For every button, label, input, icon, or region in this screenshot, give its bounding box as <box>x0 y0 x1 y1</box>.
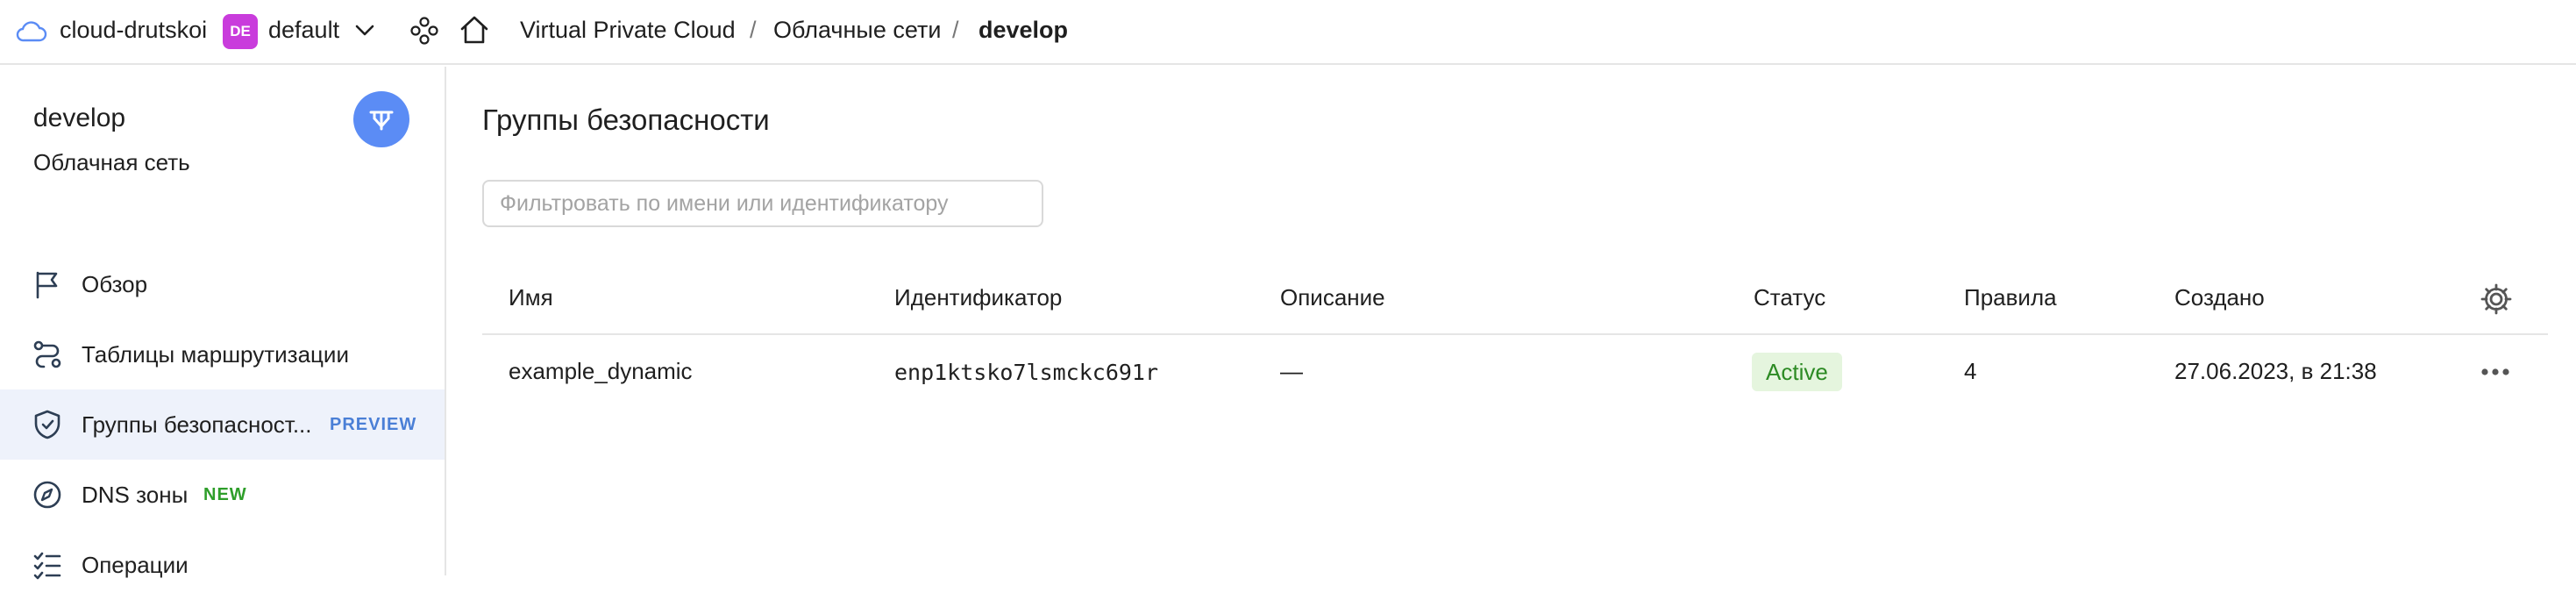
sidebar-item-route-tables[interactable]: Таблицы маршрутизации <box>0 319 445 389</box>
column-header-description[interactable]: Описание <box>1280 284 1385 311</box>
column-header-name[interactable]: Имя <box>509 284 553 311</box>
checklist-icon <box>33 552 61 580</box>
sidebar-item-security-groups[interactable]: Группы безопасност... PREVIEW <box>0 389 445 460</box>
sidebar: develop Облачная сеть Обзор Таблицы марш… <box>0 67 446 580</box>
sidebar-item-label: Операции <box>82 551 189 578</box>
route-icon <box>33 340 61 368</box>
top-bar: cloud-drutskoi DE default Virtual Privat… <box>0 0 2576 65</box>
home-icon[interactable] <box>458 13 491 46</box>
cell-rules: 4 <box>1964 358 1977 384</box>
cell-id: enp1ktsko7lsmckc691r <box>894 360 1159 385</box>
sidebar-item-dns-zones[interactable]: DNS зоны NEW <box>0 460 445 530</box>
gear-icon[interactable] <box>2480 282 2513 316</box>
sidebar-item-label: DNS зоны <box>82 481 189 508</box>
chevron-down-icon[interactable] <box>354 23 375 39</box>
column-header-id[interactable]: Идентификатор <box>894 284 1062 311</box>
cell-description: — <box>1280 358 1303 384</box>
breadcrumb-vpc[interactable]: Virtual Private Cloud <box>520 17 736 44</box>
sidebar-item-label: Группы безопасност... <box>82 411 312 438</box>
breadcrumb-separator: / <box>750 17 757 43</box>
table-header-divider <box>482 333 2548 335</box>
breadcrumb-current: develop <box>978 17 1069 43</box>
folder-selector[interactable]: default <box>268 17 339 44</box>
sidebar-item-operations[interactable]: Операции <box>0 530 445 600</box>
network-icon <box>369 111 394 131</box>
cloud-selector[interactable]: cloud-drutskoi <box>60 17 207 44</box>
breadcrumb-separator: / <box>952 17 959 43</box>
flag-icon <box>36 271 58 299</box>
sidebar-item-label: Обзор <box>82 270 148 297</box>
vpc-service-avatar <box>353 91 409 147</box>
column-header-status[interactable]: Статус <box>1754 284 1825 311</box>
preview-tag: PREVIEW <box>330 414 417 434</box>
column-header-rules[interactable]: Правила <box>1964 284 2057 311</box>
page-title: Группы безопасности <box>482 104 770 136</box>
network-type: Облачная сеть <box>33 149 190 175</box>
services-icon[interactable] <box>409 15 440 46</box>
sidebar-item-overview[interactable]: Обзор <box>0 249 445 319</box>
network-name: develop <box>33 104 126 132</box>
breadcrumb-networks[interactable]: Облачные сети <box>773 17 941 44</box>
cloud-icon <box>16 21 47 42</box>
compass-icon <box>33 481 61 509</box>
status-badge: Active <box>1752 353 1842 391</box>
cell-name[interactable]: example_dynamic <box>509 358 693 385</box>
folder-badge[interactable]: DE <box>223 14 258 49</box>
cell-created: 27.06.2023, в 21:38 <box>2174 358 2377 384</box>
sidebar-item-label: Таблицы маршрутизации <box>82 340 349 368</box>
more-actions-icon[interactable] <box>2478 360 2513 384</box>
shield-icon <box>34 410 60 439</box>
filter-input[interactable] <box>482 180 1043 227</box>
column-header-created[interactable]: Создано <box>2174 284 2265 311</box>
new-tag: NEW <box>203 484 247 504</box>
